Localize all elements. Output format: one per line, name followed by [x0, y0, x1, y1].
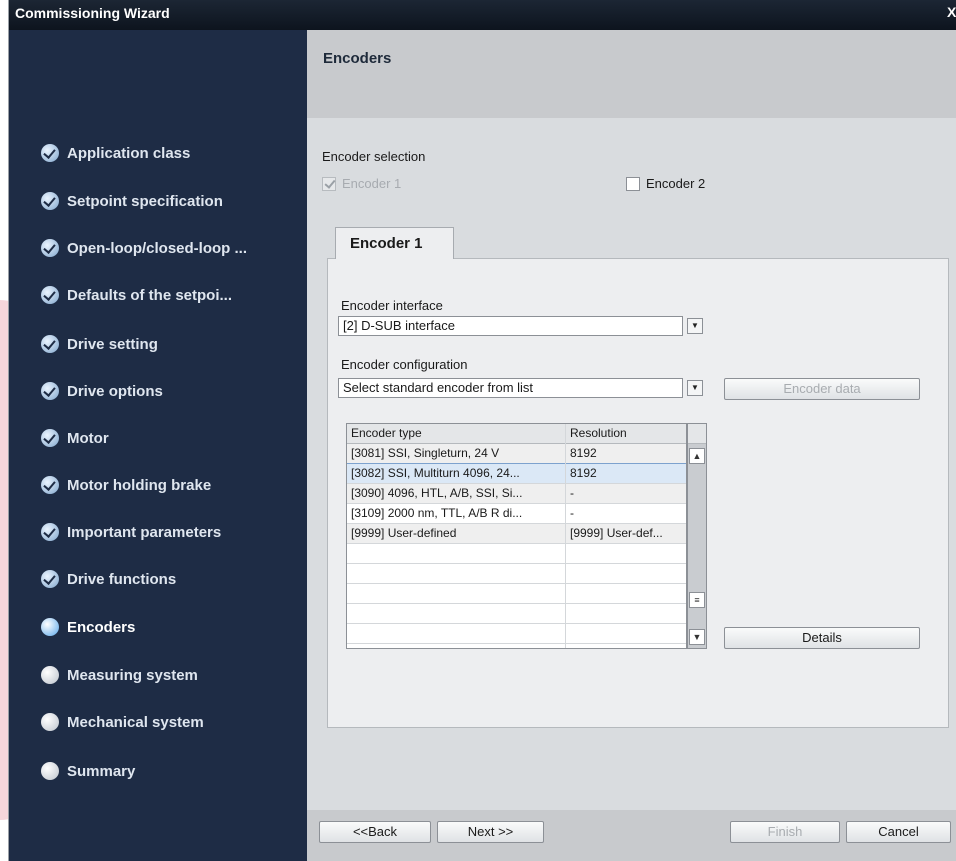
- encoder1-checkbox-label: Encoder 1: [342, 176, 402, 191]
- table-row[interactable]: [3109] 2000 nm, TTL, A/B R di... -: [347, 504, 686, 524]
- table-row-empty: [347, 604, 686, 624]
- step-setpoint-specification[interactable]: Setpoint specification: [41, 189, 223, 213]
- step-encoders[interactable]: Encoders: [41, 615, 135, 639]
- next-button[interactable]: Next >>: [437, 821, 544, 843]
- step-drive-functions[interactable]: Drive functions: [41, 567, 176, 591]
- table-row-selected[interactable]: [3082] SSI, Multiturn 4096, 24... 8192: [347, 463, 686, 485]
- scroll-down-icon[interactable]: ▼: [689, 629, 705, 645]
- back-button[interactable]: <<Back: [319, 821, 431, 843]
- encoder-interface-label: Encoder interface: [341, 298, 443, 313]
- table-row[interactable]: [3081] SSI, Singleturn, 24 V 8192: [347, 444, 686, 464]
- page-header: Encoders: [307, 30, 956, 118]
- encoder-configuration-label: Encoder configuration: [341, 357, 468, 372]
- step-done-icon: [41, 192, 59, 210]
- encoder-interface-select[interactable]: [2] D-SUB interface: [338, 316, 683, 336]
- step-pending-icon: [41, 713, 59, 731]
- table-row[interactable]: [3090] 4096, HTL, A/B, SSI, Si... -: [347, 484, 686, 504]
- column-divider: [565, 424, 566, 648]
- step-done-icon: [41, 523, 59, 541]
- details-button[interactable]: Details: [724, 627, 920, 649]
- step-drive-options[interactable]: Drive options: [41, 379, 163, 403]
- encoder-data-button[interactable]: Encoder data: [724, 378, 920, 400]
- table-header: Encoder type Resolution: [347, 424, 686, 444]
- column-header-encoder-type[interactable]: Encoder type: [351, 426, 422, 440]
- step-mechanical-system[interactable]: Mechanical system: [41, 710, 204, 734]
- table-row-empty: [347, 544, 686, 564]
- step-drive-setting[interactable]: Drive setting: [41, 332, 158, 356]
- encoder-selection-label: Encoder selection: [322, 149, 426, 164]
- step-motor-holding-brake[interactable]: Motor holding brake: [41, 473, 211, 497]
- step-summary[interactable]: Summary: [41, 759, 135, 783]
- table-row-empty: [347, 624, 686, 644]
- cancel-button[interactable]: Cancel: [846, 821, 951, 843]
- close-icon[interactable]: X: [947, 4, 956, 26]
- encoder2-checkbox[interactable]: [626, 177, 640, 191]
- step-done-icon: [41, 335, 59, 353]
- step-measuring-system[interactable]: Measuring system: [41, 663, 198, 687]
- step-done-icon: [41, 476, 59, 494]
- step-setpoint-defaults[interactable]: Defaults of the setpoi...: [41, 283, 232, 307]
- table-row-empty: [347, 564, 686, 584]
- scrollbar-corner: [688, 424, 706, 444]
- step-open-loop[interactable]: Open-loop/closed-loop ...: [41, 236, 247, 260]
- table-row-empty: [347, 584, 686, 604]
- window-title: Commissioning Wizard: [15, 5, 170, 21]
- encoder-type-table: Encoder type Resolution [3081] SSI, Sing…: [346, 423, 687, 649]
- step-done-icon: [41, 239, 59, 257]
- step-done-icon: [41, 286, 59, 304]
- wizard-window: Commissioning Wizard X Application class…: [8, 0, 956, 861]
- step-application-class[interactable]: Application class: [41, 141, 190, 165]
- scroll-up-icon[interactable]: ▲: [689, 448, 705, 464]
- table-scrollbar[interactable]: ▲ ≡ ▼: [687, 423, 707, 649]
- encoder-configuration-select[interactable]: Select standard encoder from list: [338, 378, 683, 398]
- column-header-resolution[interactable]: Resolution: [570, 426, 627, 440]
- encoder1-checkbox: [322, 177, 336, 191]
- page-title: Encoders: [323, 50, 392, 67]
- table-row[interactable]: [9999] User-defined [9999] User-def...: [347, 524, 686, 544]
- wizard-steps-sidebar: Application class Setpoint specification…: [9, 30, 307, 861]
- step-done-icon: [41, 382, 59, 400]
- title-bar: Commissioning Wizard X: [9, 0, 956, 30]
- tab-encoder1[interactable]: Encoder 1: [335, 227, 454, 259]
- chevron-down-icon[interactable]: ▼: [687, 380, 703, 396]
- step-important-parameters[interactable]: Important parameters: [41, 520, 221, 544]
- step-pending-icon: [41, 762, 59, 780]
- step-done-icon: [41, 144, 59, 162]
- step-current-icon: [41, 618, 59, 636]
- step-done-icon: [41, 570, 59, 588]
- step-pending-icon: [41, 666, 59, 684]
- finish-button[interactable]: Finish: [730, 821, 840, 843]
- scroll-thumb-grip-icon[interactable]: ≡: [689, 592, 705, 608]
- encoder2-checkbox-label[interactable]: Encoder 2: [646, 176, 705, 191]
- step-motor[interactable]: Motor: [41, 426, 109, 450]
- chevron-down-icon[interactable]: ▼: [687, 318, 703, 334]
- step-done-icon: [41, 429, 59, 447]
